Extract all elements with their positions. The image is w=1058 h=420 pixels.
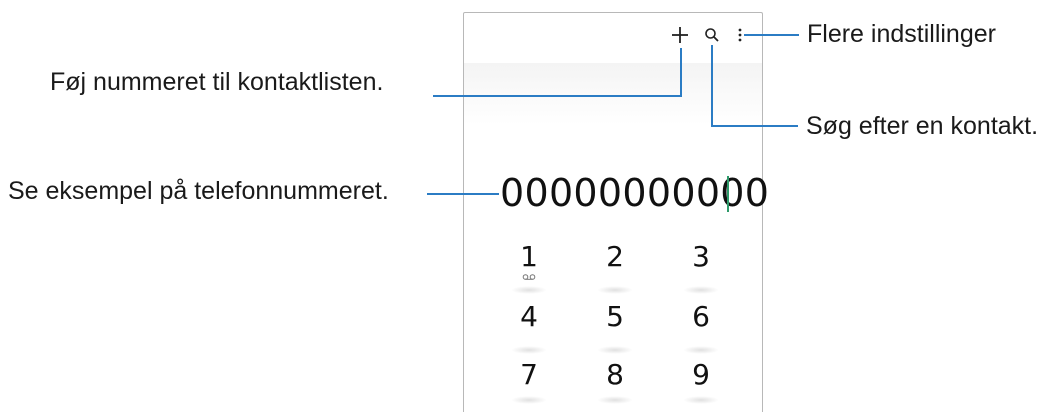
key-shadow (597, 286, 633, 294)
key-digit: 5 (606, 300, 624, 333)
leader-line-more-options (744, 34, 799, 36)
voicemail-icon (499, 273, 559, 283)
key-4[interactable]: 4 (499, 302, 559, 362)
leader-line-add-contact (680, 48, 682, 97)
key-5[interactable]: 5 (585, 302, 645, 362)
callout-add-contact: Føj nummeret til kontaktlisten. (50, 68, 384, 96)
key-digit: 2 (606, 240, 624, 273)
search-icon[interactable] (704, 27, 720, 43)
key-digit: 3 (692, 240, 710, 273)
callout-search-contact: Søg efter en kontakt. (806, 112, 1039, 140)
more-vertical-icon[interactable] (737, 27, 743, 43)
key-shadow (683, 346, 719, 354)
toolbar-shade (464, 63, 762, 125)
key-7[interactable]: 7 (499, 360, 559, 420)
leader-line-add-contact-h (433, 95, 682, 97)
key-shadow (683, 396, 719, 404)
key-shadow (683, 286, 719, 294)
key-digit: 4 (520, 300, 538, 333)
key-digit: 6 (692, 300, 710, 333)
key-digit: 8 (606, 358, 624, 391)
leader-line-search-h (711, 125, 798, 127)
key-2[interactable]: 2 (585, 242, 645, 302)
key-3[interactable]: 3 (671, 242, 731, 302)
leader-line-search (711, 45, 713, 127)
key-digit: 7 (520, 358, 538, 391)
key-shadow (511, 286, 547, 294)
callout-more-options: Flere indstillinger (807, 20, 996, 48)
key-digit: 9 (692, 358, 710, 391)
key-1[interactable]: 1 (499, 242, 559, 302)
plus-icon[interactable] (670, 25, 690, 45)
key-8[interactable]: 8 (585, 360, 645, 420)
leader-line-preview (427, 193, 499, 195)
key-9[interactable]: 9 (671, 360, 731, 420)
key-shadow (511, 346, 547, 354)
callout-preview-number: Se eksempel på telefonnummeret. (8, 177, 389, 205)
key-shadow (597, 346, 633, 354)
text-cursor (727, 176, 729, 212)
key-shadow (597, 396, 633, 404)
key-6[interactable]: 6 (671, 302, 731, 362)
key-digit: 1 (520, 240, 538, 273)
key-shadow (511, 396, 547, 404)
